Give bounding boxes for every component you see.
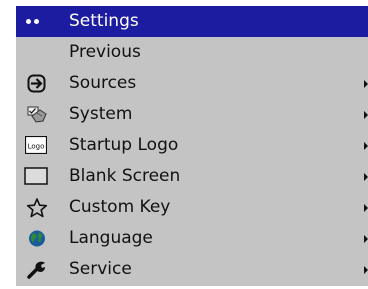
menu-item-label: System [69,104,133,124]
menu-item-label: Blank Screen [69,166,181,186]
menu-item-label: Sources [69,73,137,93]
menu-item-blank-screen[interactable]: Blank Screen [16,161,368,192]
blank-screen-icon [24,167,48,186]
submenu-arrow-icon [364,173,368,181]
menu-item-label: Service [69,259,132,279]
menu-item-sources[interactable]: Sources [16,68,368,99]
submenu-arrow-icon [364,111,368,119]
wrench-icon [26,259,48,280]
submenu-arrow-icon [364,266,368,274]
menu-item-service[interactable]: Service [16,254,368,285]
submenu-arrow-icon [364,235,368,243]
menu-item-label: Startup Logo [69,135,179,155]
menu-title: Settings [69,11,139,31]
settings-menu: Settings Previous Sources System Logo St… [16,6,368,286]
logo-icon: Logo [24,135,48,155]
svg-text:Logo: Logo [28,143,45,151]
menu-item-system[interactable]: System [16,99,368,130]
menu-dots-icon [26,19,44,25]
source-input-icon [26,73,48,94]
menu-header: Settings [16,6,368,37]
submenu-arrow-icon [364,142,368,150]
menu-item-label: Language [69,228,153,248]
globe-icon [26,228,48,249]
submenu-arrow-icon [364,80,368,88]
star-icon [26,197,48,218]
menu-item-language[interactable]: Language [16,223,368,254]
menu-item-custom-key[interactable]: Custom Key [16,192,368,223]
menu-item-previous[interactable]: Previous [16,37,368,68]
menu-item-startup-logo[interactable]: Logo Startup Logo [16,130,368,161]
menu-item-label: Custom Key [69,197,171,217]
menu-item-label: Previous [69,42,141,62]
submenu-arrow-icon [364,204,368,212]
system-hands-icon [26,104,48,125]
